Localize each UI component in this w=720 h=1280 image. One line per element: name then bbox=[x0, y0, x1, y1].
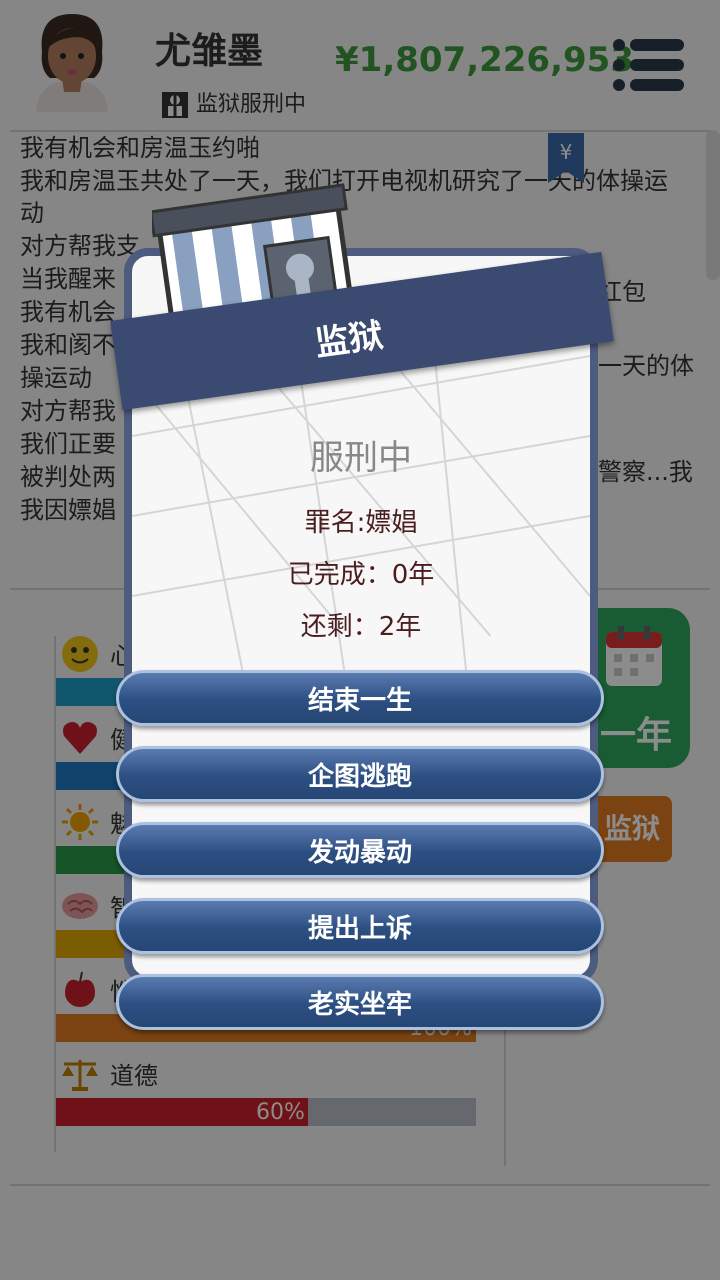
remaining-years: 还剩：2年 bbox=[300, 612, 422, 642]
attempt-escape-button[interactable]: 企图逃跑 bbox=[116, 746, 604, 802]
sentence-status: 服刑中 bbox=[310, 438, 412, 478]
file-appeal-button[interactable]: 提出上诉 bbox=[116, 898, 604, 954]
dialog-title: 监狱 bbox=[312, 315, 386, 365]
start-riot-button[interactable]: 发动暴动 bbox=[116, 822, 604, 878]
serve-time-button[interactable]: 老实坐牢 bbox=[116, 974, 604, 1030]
completed-years: 已完成：0年 bbox=[287, 560, 435, 590]
crime-label: 罪名:嫖娼 bbox=[304, 508, 418, 538]
end-life-button[interactable]: 结束一生 bbox=[116, 670, 604, 726]
